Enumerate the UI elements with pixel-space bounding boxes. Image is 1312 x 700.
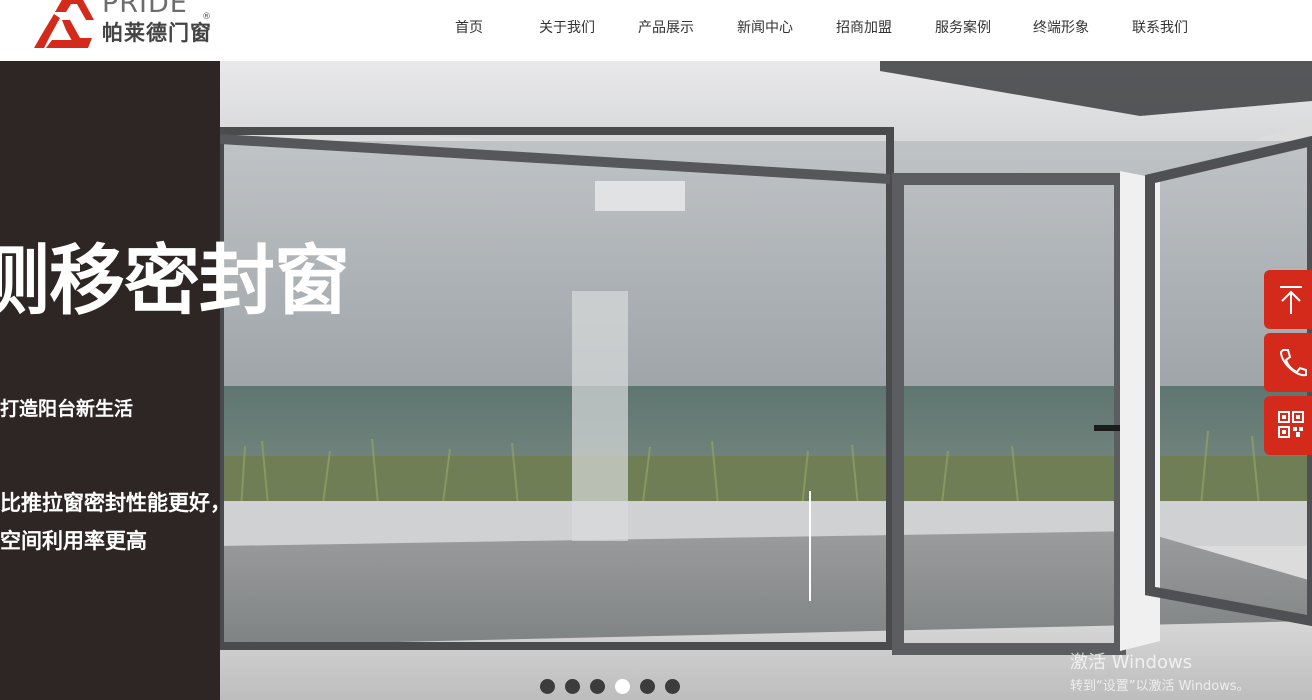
registered-mark: ® <box>202 12 211 22</box>
hero-text-panel <box>0 61 220 700</box>
qr-code-button[interactable] <box>1264 396 1312 455</box>
nav-item-contact[interactable]: 联系我们 <box>1132 17 1188 37</box>
back-to-top-button[interactable] <box>1264 270 1312 329</box>
brand-logo[interactable]: PRIDE 帕莱德门窗 ® <box>32 0 242 50</box>
nav-item-home[interactable]: 首页 <box>455 17 483 37</box>
hero-description-line-1: 比推拉窗密封性能更好， <box>0 491 231 515</box>
carousel-dot-5[interactable] <box>640 679 655 694</box>
carousel-dot-2[interactable] <box>565 679 580 694</box>
hero-banner[interactable]: 侧移密封窗 打造阳台新生活 比推拉窗密封性能更好， 空间利用率更高 <box>0 61 1312 700</box>
nav-item-news[interactable]: 新闻中心 <box>737 17 793 37</box>
phone-button[interactable] <box>1264 333 1312 392</box>
logo-mark-icon <box>34 0 94 48</box>
phone-icon <box>1279 349 1307 377</box>
nav-item-products[interactable]: 产品展示 <box>638 17 694 37</box>
carousel-dot-4[interactable] <box>615 679 630 694</box>
nav-item-cases[interactable]: 服务案例 <box>935 17 991 37</box>
carousel-dot-6[interactable] <box>665 679 680 694</box>
hero-description-line-2: 空间利用率更高 <box>0 529 147 553</box>
hero-title: 侧移密封窗 <box>0 236 350 325</box>
hero-subtitle: 打造阳台新生活 <box>0 398 134 420</box>
nav-item-franchise[interactable]: 招商加盟 <box>836 17 892 37</box>
brand-name-cn: 帕莱德门窗 <box>102 21 212 45</box>
site-header: PRIDE 帕莱德门窗 ® 首页 关于我们 产品展示 新闻中心 招商加盟 服务案… <box>0 0 1312 61</box>
nav-item-stores[interactable]: 终端形象 <box>1033 17 1089 37</box>
qr-code-icon <box>1278 411 1304 438</box>
carousel-dot-1[interactable] <box>540 679 555 694</box>
arrow-up-icon <box>1280 286 1302 314</box>
nav-item-about[interactable]: 关于我们 <box>539 17 595 37</box>
windows-activation-hint: 转到“设置”以激活 Windows。 <box>1070 679 1250 694</box>
windows-activation-title: 激活 Windows <box>1070 652 1193 673</box>
carousel-dot-3[interactable] <box>590 679 605 694</box>
